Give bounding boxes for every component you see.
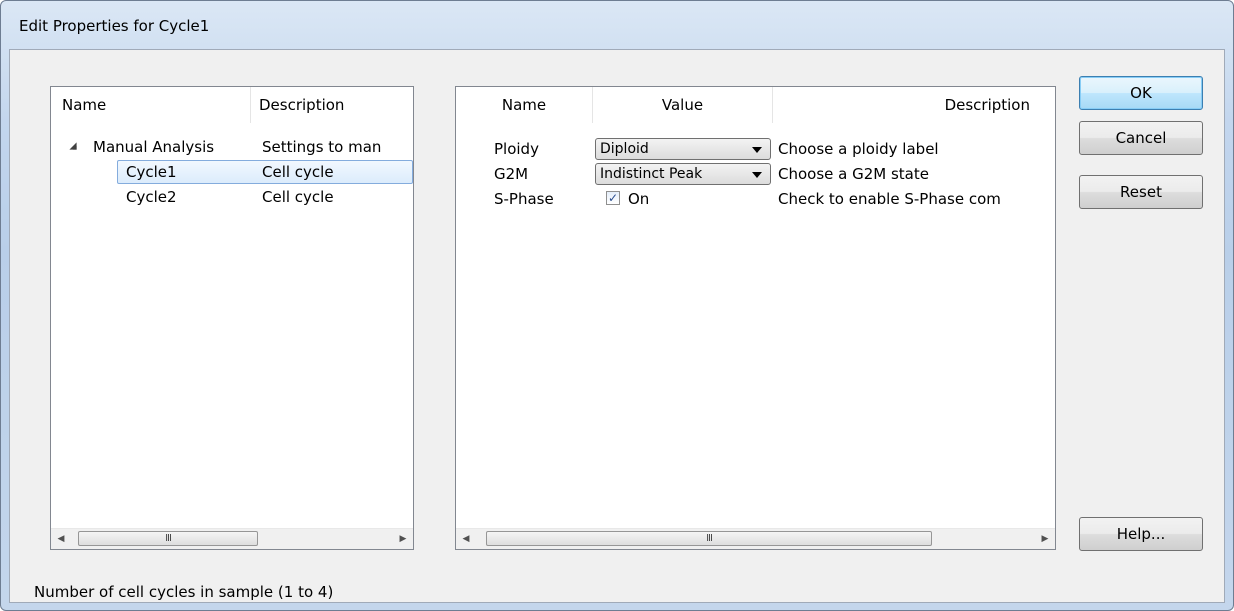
tree-row-name: Cycle1 <box>126 163 177 181</box>
help-button[interactable]: Help... <box>1079 517 1203 551</box>
dialog-client-area: Name Description Manual Analysis Setting… <box>9 49 1225 603</box>
window-title: Edit Properties for Cycle1 <box>19 17 210 35</box>
grid-header: Name Value Description <box>456 87 1055 123</box>
property-name: G2M <box>494 165 529 183</box>
scroll-left-arrow-icon[interactable]: ◀ <box>51 529 71 549</box>
property-name: Ploidy <box>494 140 539 158</box>
column-header-description[interactable]: Description <box>251 87 413 123</box>
dropdown-arrow-icon <box>752 147 762 153</box>
column-header-value[interactable]: Value <box>593 87 773 123</box>
column-header-name[interactable]: Name <box>51 87 251 123</box>
scroll-thumb[interactable]: III <box>486 531 932 546</box>
property-description: Check to enable S-Phase com <box>778 190 1001 208</box>
expand-triangle-icon[interactable] <box>69 142 77 150</box>
reset-button[interactable]: Reset <box>1079 175 1203 209</box>
property-row-s-phase: S-Phase ✓ On Check to enable S-Phase com <box>456 187 1055 211</box>
s-phase-checkbox[interactable]: ✓ <box>606 191 620 205</box>
ploidy-dropdown[interactable]: Diploid <box>595 138 771 160</box>
property-grid[interactable]: Name Value Description Ploidy Diploid Ch… <box>455 86 1056 550</box>
dropdown-value: Diploid <box>600 141 649 157</box>
left-horizontal-scrollbar[interactable]: ◀ III ▶ <box>51 528 413 549</box>
tree-row-cycle2[interactable]: Cycle2 Cell cycle <box>51 185 413 209</box>
tree-row-cycle1[interactable]: Cycle1 Cell cycle <box>117 160 413 184</box>
tree-header: Name Description <box>51 87 413 123</box>
property-row-ploidy: Ploidy Diploid Choose a ploidy label <box>456 137 1055 161</box>
property-description: Choose a G2M state <box>778 165 929 183</box>
dropdown-value: Indistinct Peak <box>600 166 703 182</box>
column-header-name[interactable]: Name <box>456 87 593 123</box>
right-horizontal-scrollbar[interactable]: ◀ III ▶ <box>456 528 1055 549</box>
dialog-window: Edit Properties for Cycle1 Name Descript… <box>0 0 1234 611</box>
property-description: Choose a ploidy label <box>778 140 939 158</box>
dropdown-arrow-icon <box>752 172 762 178</box>
ok-button[interactable]: OK <box>1079 76 1203 110</box>
column-header-description[interactable]: Description <box>773 87 1055 123</box>
property-row-g2m: G2M Indistinct Peak Choose a G2M state <box>456 162 1055 186</box>
status-text: Number of cell cycles in sample (1 to 4) <box>34 583 334 601</box>
g2m-dropdown[interactable]: Indistinct Peak <box>595 163 771 185</box>
property-name: S-Phase <box>494 190 554 208</box>
tree-row-description: Cell cycle <box>262 188 334 206</box>
tree-row-name: Manual Analysis <box>93 138 215 156</box>
scroll-right-arrow-icon[interactable]: ▶ <box>1035 529 1055 549</box>
tree-row-description: Cell cycle <box>262 163 334 181</box>
scroll-thumb[interactable]: III <box>78 531 258 546</box>
scroll-right-arrow-icon[interactable]: ▶ <box>393 529 413 549</box>
cancel-button[interactable]: Cancel <box>1079 121 1203 155</box>
checkbox-label[interactable]: On <box>628 187 649 211</box>
tree-row-manual-analysis[interactable]: Manual Analysis Settings to man <box>51 135 413 159</box>
tree-row-description: Settings to man <box>262 138 382 156</box>
scroll-left-arrow-icon[interactable]: ◀ <box>456 529 476 549</box>
tree-row-name: Cycle2 <box>126 188 177 206</box>
cycle-tree-list[interactable]: Name Description Manual Analysis Setting… <box>50 86 414 550</box>
